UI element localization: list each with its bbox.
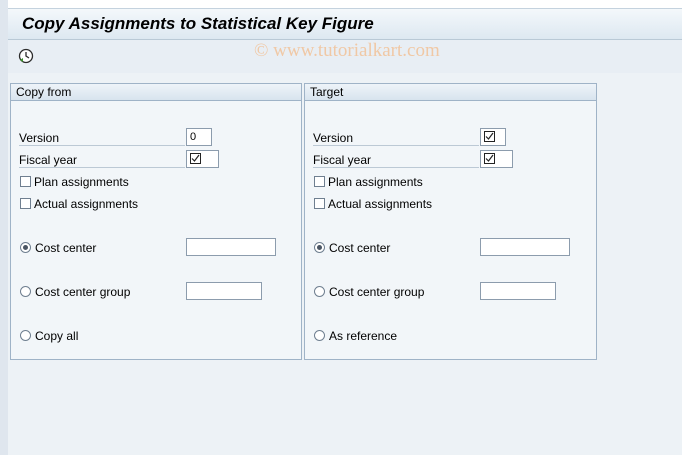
copy-from-group: Copy from Version 0 Fiscal year Plan ass… bbox=[10, 83, 302, 360]
target-fiscal-year-label: Fiscal year bbox=[313, 153, 372, 167]
fiscal-year-field[interactable] bbox=[186, 150, 219, 168]
target-title: Target bbox=[310, 85, 344, 99]
version-label: Version bbox=[19, 131, 60, 145]
target-header: Target bbox=[305, 84, 596, 101]
copy-from-title: Copy from bbox=[16, 85, 72, 99]
copy-all-label: Copy all bbox=[35, 329, 79, 343]
checkbox-required-icon bbox=[484, 153, 512, 164]
content-area: Copy from Version 0 Fiscal year Plan ass… bbox=[8, 73, 682, 455]
window-title: Copy Assignments to Statistical Key Figu… bbox=[22, 14, 374, 33]
target-plan-assignments-checkbox[interactable] bbox=[314, 176, 325, 187]
as-reference-radio[interactable] bbox=[314, 330, 325, 341]
target-cost-center-label: Cost center bbox=[329, 241, 391, 255]
sap-screen: Copy Assignments to Statistical Key Figu… bbox=[0, 0, 682, 455]
fiscal-year-label: Fiscal year bbox=[19, 153, 78, 167]
version-field[interactable]: 0 bbox=[186, 128, 212, 146]
copy-all-radio[interactable] bbox=[20, 330, 31, 341]
cost-center-group-label: Cost center group bbox=[35, 285, 131, 299]
plan-assignments-checkbox[interactable] bbox=[20, 176, 31, 187]
title-bar: Copy Assignments to Statistical Key Figu… bbox=[8, 8, 682, 40]
checkbox-required-icon bbox=[190, 153, 218, 164]
target-group: Target Version Fiscal year Plan assignme… bbox=[304, 83, 597, 360]
target-cost-center-field[interactable] bbox=[480, 238, 570, 256]
version-underline bbox=[19, 145, 185, 146]
top-frame-line bbox=[8, 0, 682, 8]
actual-assignments-label: Actual assignments bbox=[34, 197, 139, 211]
as-reference-label: As reference bbox=[329, 329, 398, 343]
execute-clock-icon[interactable] bbox=[18, 48, 34, 64]
target-cost-center-group-label: Cost center group bbox=[329, 285, 425, 299]
target-cost-center-radio[interactable] bbox=[314, 242, 325, 253]
cost-center-label: Cost center bbox=[35, 241, 97, 255]
target-cost-center-group-radio[interactable] bbox=[314, 286, 325, 297]
watermark-text: © www.tutorialkart.com bbox=[254, 40, 440, 61]
actual-assignments-checkbox[interactable] bbox=[20, 198, 31, 209]
target-actual-assignments-checkbox[interactable] bbox=[314, 198, 325, 209]
target-plan-assignments-label: Plan assignments bbox=[328, 175, 423, 189]
target-version-underline bbox=[313, 145, 479, 146]
target-fiscal-year-underline bbox=[313, 167, 479, 168]
copy-from-header: Copy from bbox=[11, 84, 301, 101]
fiscal-year-underline bbox=[19, 167, 185, 168]
target-cost-center-group-field[interactable] bbox=[480, 282, 556, 300]
target-actual-assignments-label: Actual assignments bbox=[328, 197, 433, 211]
cost-center-radio[interactable] bbox=[20, 242, 31, 253]
plan-assignments-label: Plan assignments bbox=[34, 175, 129, 189]
cost-center-group-radio[interactable] bbox=[20, 286, 31, 297]
target-version-field[interactable] bbox=[480, 128, 506, 146]
cost-center-field[interactable] bbox=[186, 238, 276, 256]
cost-center-group-field[interactable] bbox=[186, 282, 262, 300]
target-fiscal-year-field[interactable] bbox=[480, 150, 513, 168]
target-version-label: Version bbox=[313, 131, 354, 145]
left-frame-strip bbox=[0, 0, 8, 455]
application-toolbar: © www.tutorialkart.com bbox=[8, 40, 682, 73]
checkbox-required-icon bbox=[484, 131, 505, 142]
